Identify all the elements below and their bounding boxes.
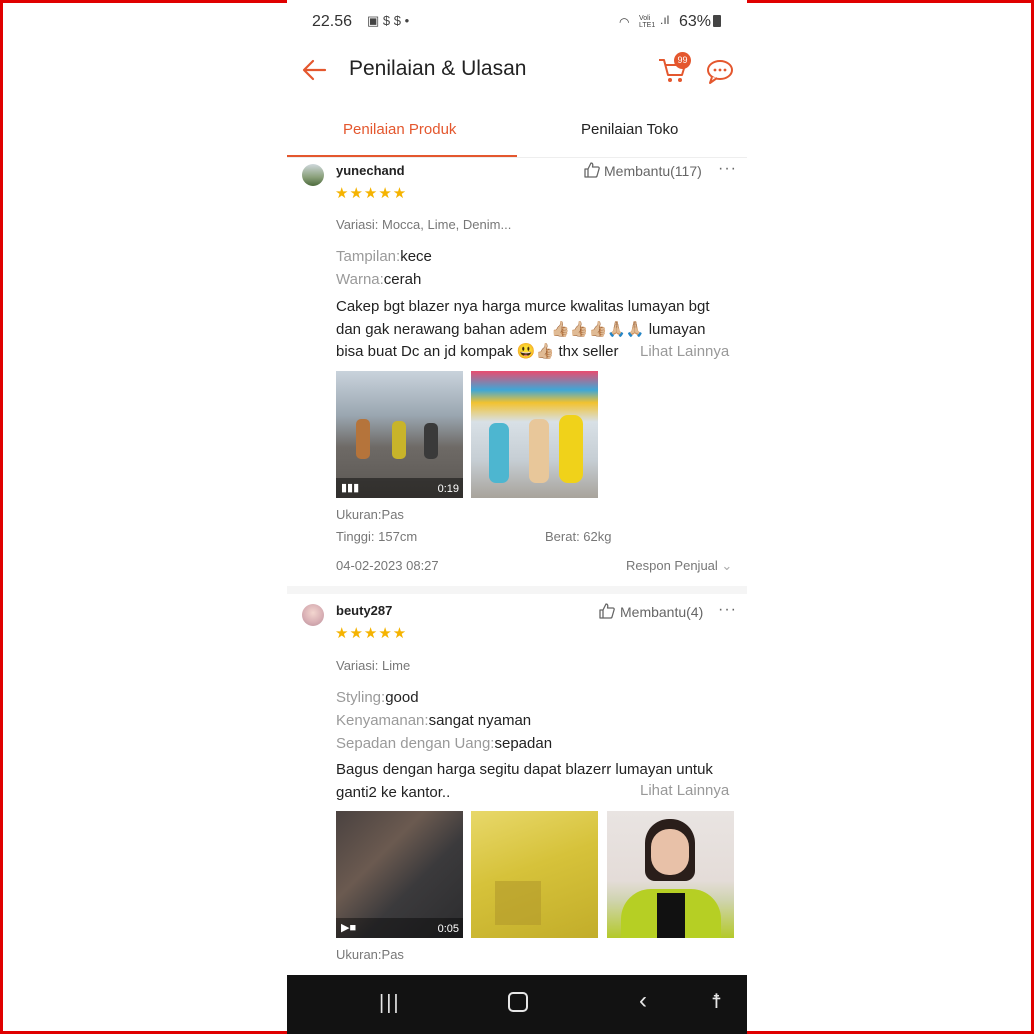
video-icon: ▮▮▮ <box>341 482 360 494</box>
tab-product-rating[interactable]: Penilaian Produk <box>343 121 456 138</box>
see-more-link[interactable]: Lihat Lainnya <box>634 343 730 360</box>
helpful-button[interactable]: Membantu(4) <box>620 604 703 620</box>
rating-stars: ★★★★★ <box>335 185 408 202</box>
network-label: Voli LTE1 <box>639 15 656 29</box>
seller-response-toggle[interactable]: Respon Penjual ⌄ <box>626 558 732 574</box>
cart-count-badge: 99 <box>674 52 691 69</box>
back-nav-icon[interactable]: ‹ <box>639 987 647 1015</box>
review-separator <box>287 586 747 594</box>
phone-screen: 22.56 ▣ $ $ • ◠ Voli LTE1 .ıl 63% Penila… <box>287 0 747 1034</box>
thumbs-up-icon[interactable] <box>583 161 601 179</box>
video-duration: 0:05 <box>437 923 459 935</box>
height-info: Tinggi: 157cm <box>336 529 418 544</box>
more-options-icon[interactable]: ··· <box>718 601 737 619</box>
review-field: Kenyamanan:sangat nyaman <box>336 712 532 729</box>
video-camera-icon: ▶■ <box>341 922 357 934</box>
tab-divider <box>287 157 747 158</box>
review-field: Tampilan:kece <box>336 248 432 265</box>
review-date: 04-02-2023 08:27 <box>336 558 439 573</box>
review-photo[interactable] <box>471 371 598 498</box>
size-info: Ukuran:Pas <box>336 507 404 522</box>
review-video-thumbnail[interactable]: ▮▮▮ 0:19 <box>336 371 463 498</box>
notification-icons: ▣ $ $ • <box>367 13 410 28</box>
video-duration: 0:19 <box>437 483 459 495</box>
avatar[interactable] <box>302 164 324 186</box>
battery-level: 63% <box>679 13 712 30</box>
review-username[interactable]: beuty287 <box>336 603 392 618</box>
page-title: Penilaian & Ulasan <box>349 57 527 80</box>
battery-icon <box>713 15 721 27</box>
weight-info: Berat: 62kg <box>545 529 612 544</box>
system-navigation-bar: ||| ‹ ☨ <box>287 975 747 1034</box>
review-video-thumbnail[interactable]: ▶■ 0:05 <box>336 811 463 938</box>
signal-icon: .ıl <box>660 13 670 27</box>
review-variation: Variasi: Mocca, Lime, Denim... <box>336 217 512 232</box>
rating-stars: ★★★★★ <box>335 625 408 642</box>
review-photo[interactable] <box>471 811 598 938</box>
accessibility-icon[interactable]: ☨ <box>711 989 722 1014</box>
review-field: Styling:good <box>336 689 419 706</box>
chat-icon[interactable] <box>705 58 737 86</box>
thumbs-up-icon[interactable] <box>598 602 616 620</box>
recent-apps-icon[interactable]: ||| <box>379 992 401 1015</box>
more-options-icon[interactable]: ··· <box>718 160 737 178</box>
status-time: 22.56 <box>312 13 353 30</box>
see-more-link[interactable]: Lihat Lainnya <box>634 782 730 799</box>
home-icon[interactable] <box>508 992 528 1012</box>
review-field: Sepadan dengan Uang:sepadan <box>336 735 553 752</box>
back-arrow-icon[interactable] <box>301 57 327 83</box>
review-username[interactable]: yunechand <box>336 163 405 178</box>
helpful-button[interactable]: Membantu(117) <box>604 163 702 179</box>
wifi-icon: ◠ <box>619 15 630 29</box>
avatar[interactable] <box>302 604 324 626</box>
review-photo[interactable] <box>607 811 734 938</box>
tab-shop-rating[interactable]: Penilaian Toko <box>581 121 678 138</box>
review-field: Warna:cerah <box>336 271 422 288</box>
chevron-down-icon: ⌄ <box>721 558 733 573</box>
size-info: Ukuran:Pas <box>336 947 404 962</box>
review-variation: Variasi: Lime <box>336 658 411 673</box>
